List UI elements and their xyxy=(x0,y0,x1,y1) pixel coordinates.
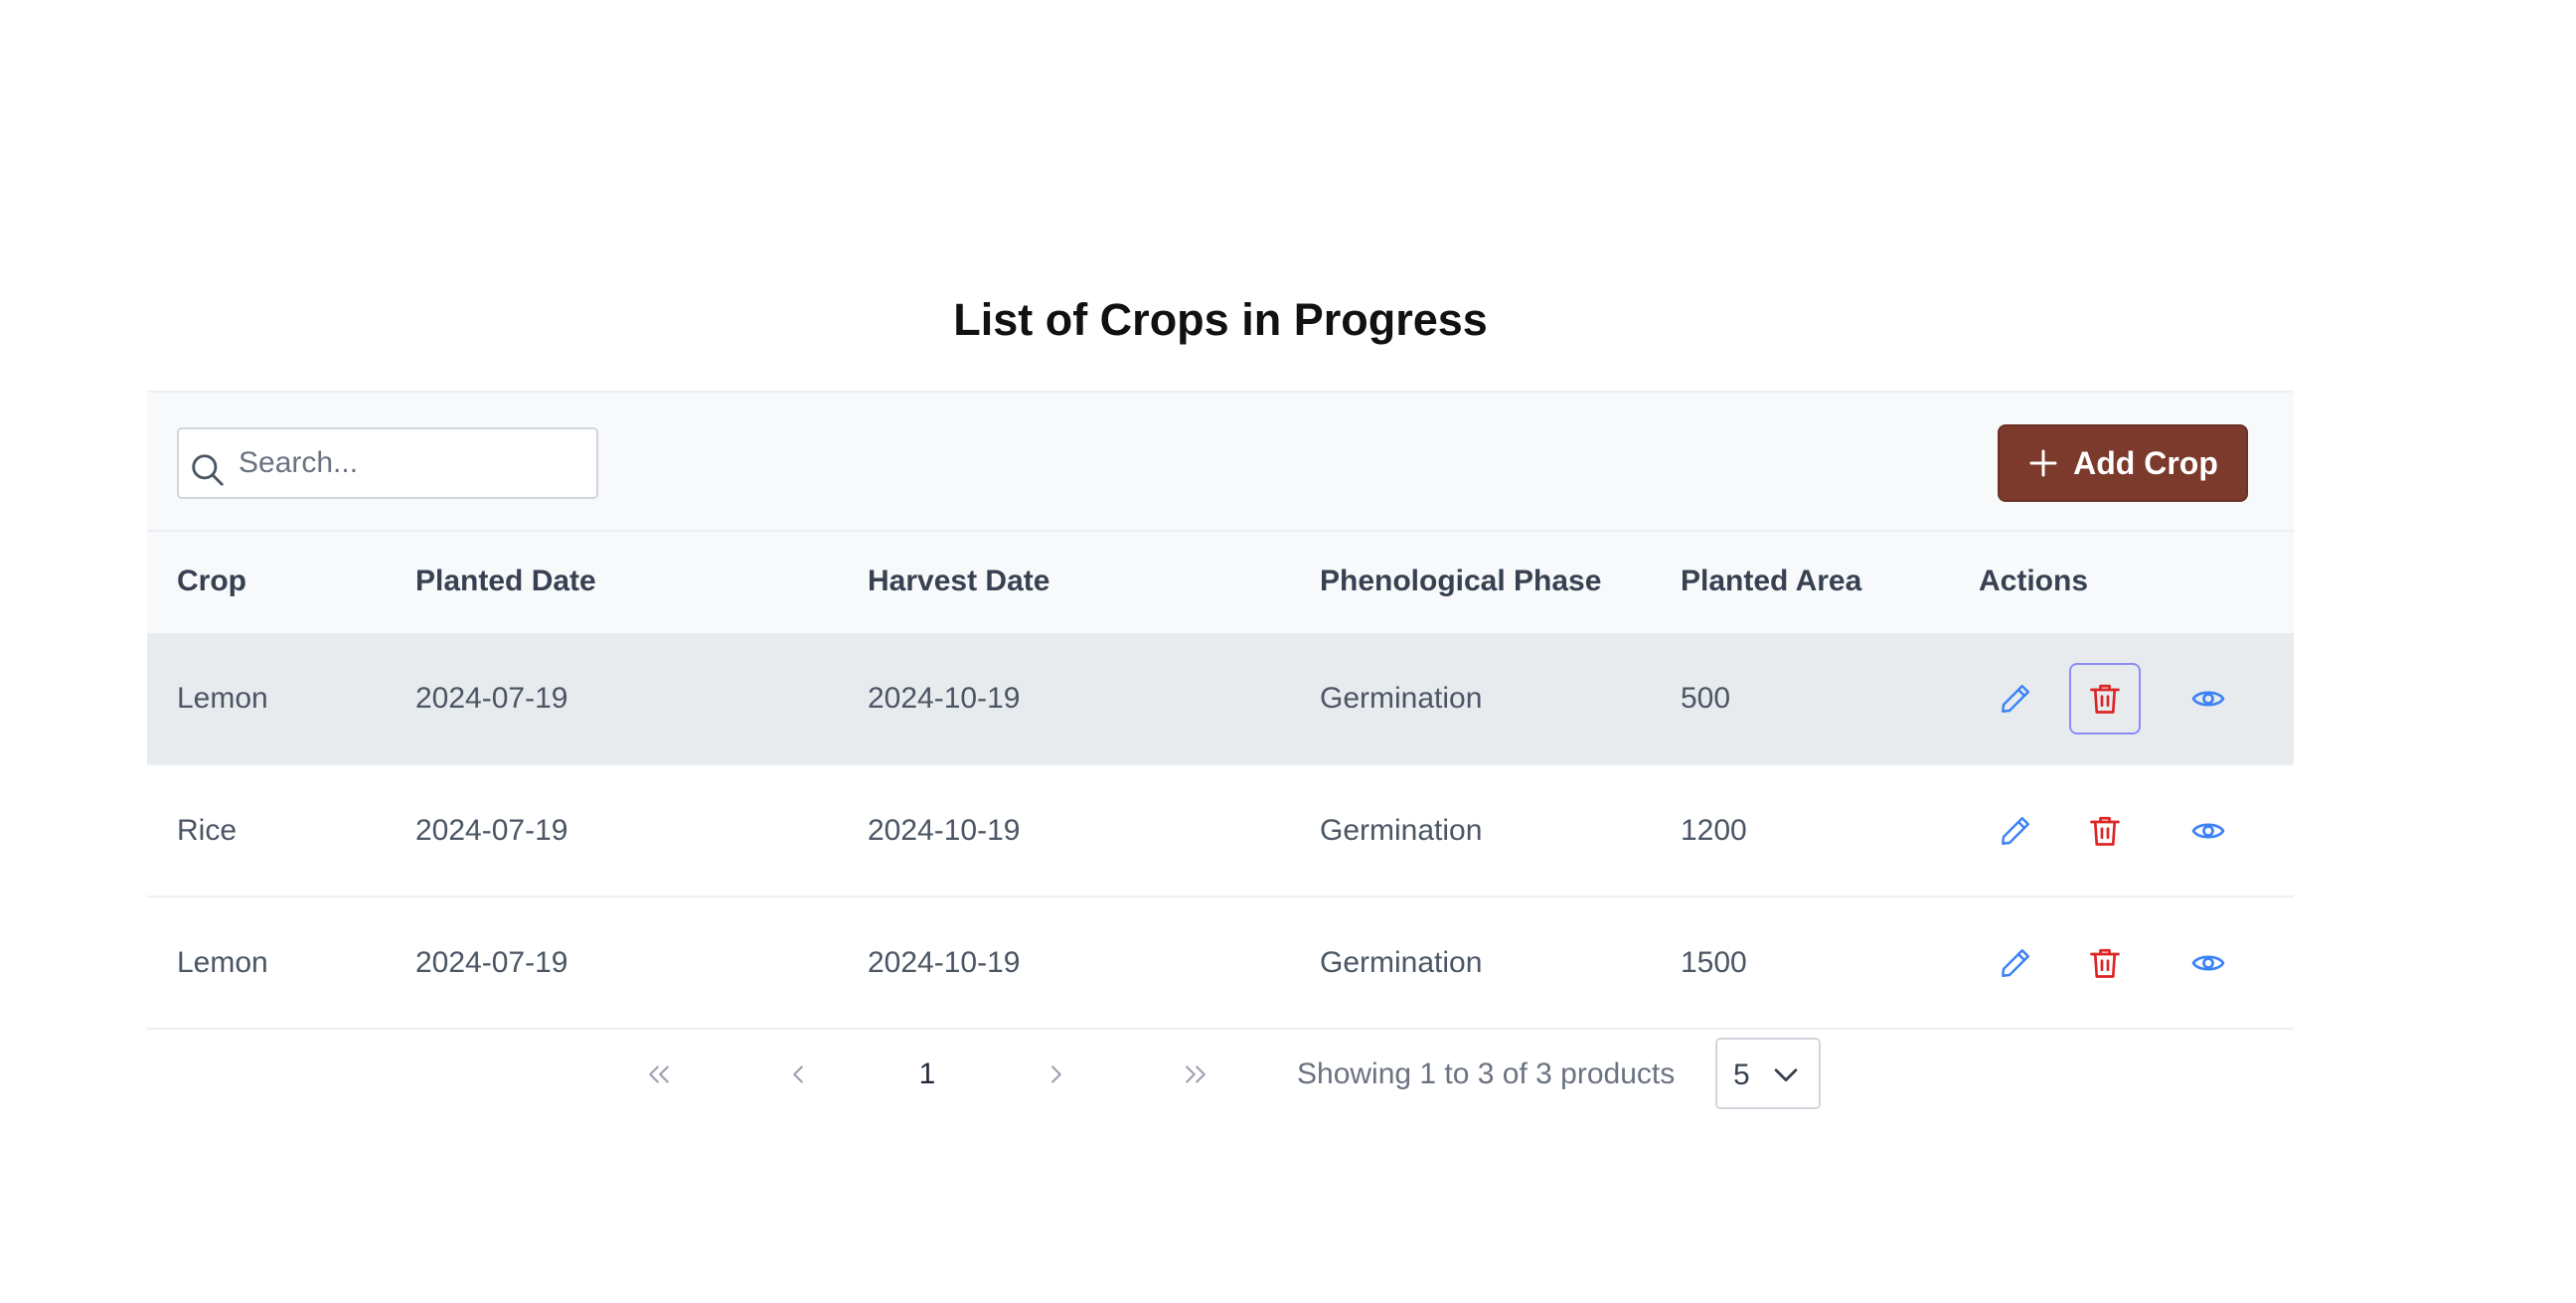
delete-button[interactable] xyxy=(2069,927,2141,999)
table-toolbar: Add Crop xyxy=(147,391,2294,530)
trash-icon xyxy=(2090,948,2120,978)
cell-harvest-date: 2024-10-19 xyxy=(868,814,1021,847)
table-row[interactable]: Lemon 2024-07-19 2024-10-19 Germination … xyxy=(147,897,2294,1030)
view-button[interactable] xyxy=(2173,663,2244,734)
cell-planted-area: 1500 xyxy=(1681,946,1747,979)
cell-phenological-phase: Germination xyxy=(1320,946,1483,979)
edit-button[interactable] xyxy=(1980,795,2051,867)
plus-icon xyxy=(2029,449,2057,477)
table-header: Crop Planted Date Harvest Date Phenologi… xyxy=(147,530,2294,633)
pagination-summary: Showing 1 to 3 of 3 products xyxy=(1297,1058,1676,1090)
pagination: 1 Showing 1 to 3 of 3 products 5 xyxy=(147,1035,2294,1114)
cell-phenological-phase: Germination xyxy=(1320,814,1483,847)
cell-phenological-phase: Germination xyxy=(1320,682,1483,715)
column-header-planted-date[interactable]: Planted Date xyxy=(415,562,596,601)
delete-button[interactable] xyxy=(2069,663,2141,734)
chevron-down-icon xyxy=(1774,1068,1798,1082)
column-header-phenological-phase[interactable]: Phenological Phase xyxy=(1320,562,1601,601)
trash-icon xyxy=(2090,816,2120,846)
trash-icon xyxy=(2090,684,2120,714)
pencil-icon xyxy=(2002,685,2029,713)
column-header-harvest-date[interactable]: Harvest Date xyxy=(868,562,1049,601)
eye-icon xyxy=(2191,691,2225,707)
table-row[interactable]: Rice 2024-07-19 2024-10-19 Germination 1… xyxy=(147,765,2294,897)
edit-button[interactable] xyxy=(1980,663,2051,734)
next-page-button[interactable] xyxy=(1027,1045,1086,1104)
column-header-planted-area[interactable]: Planted Area xyxy=(1681,562,1861,601)
column-header-actions: Actions xyxy=(1979,565,2089,597)
last-page-button[interactable] xyxy=(1166,1045,1225,1104)
column-header-crop[interactable]: Crop xyxy=(177,562,246,601)
search-icon xyxy=(192,454,224,486)
previous-page-button[interactable] xyxy=(768,1045,828,1104)
cell-crop: Lemon xyxy=(177,682,268,715)
double-chevron-left-icon xyxy=(649,1065,669,1083)
add-crop-label: Add Crop xyxy=(2073,444,2218,481)
chevron-right-icon xyxy=(1051,1065,1061,1083)
eye-icon xyxy=(2191,955,2225,971)
add-crop-button[interactable]: Add Crop xyxy=(1998,424,2248,502)
table-row[interactable]: Lemon 2024-07-19 2024-10-19 Germination … xyxy=(147,633,2294,765)
chevron-left-icon xyxy=(793,1065,803,1083)
cell-planted-date: 2024-07-19 xyxy=(415,946,568,979)
search-input[interactable] xyxy=(239,439,576,487)
page-title: List of Crops in Progress xyxy=(953,294,1488,345)
cell-planted-date: 2024-07-19 xyxy=(415,814,568,847)
eye-icon xyxy=(2191,823,2225,839)
cell-crop: Rice xyxy=(177,814,238,847)
cell-planted-area: 500 xyxy=(1681,682,1731,715)
view-button[interactable] xyxy=(2173,795,2244,867)
double-chevron-right-icon xyxy=(1186,1065,1206,1083)
search-field[interactable] xyxy=(177,427,598,499)
delete-button[interactable] xyxy=(2069,795,2141,867)
rows-per-page-select[interactable]: 5 xyxy=(1715,1038,1821,1109)
pencil-icon xyxy=(2002,949,2029,977)
cell-crop: Lemon xyxy=(177,946,268,979)
edit-button[interactable] xyxy=(1980,927,2051,999)
first-page-button[interactable] xyxy=(629,1045,689,1104)
view-button[interactable] xyxy=(2173,927,2244,999)
rows-per-page-value: 5 xyxy=(1733,1059,1750,1091)
cell-planted-date: 2024-07-19 xyxy=(415,682,568,715)
crops-table-panel: Add Crop Crop Planted Date Harvest Date … xyxy=(147,391,2294,1109)
page-number-button[interactable]: 1 xyxy=(897,1045,957,1104)
cell-planted-area: 1200 xyxy=(1681,814,1747,847)
cell-harvest-date: 2024-10-19 xyxy=(868,946,1021,979)
pencil-icon xyxy=(2002,817,2029,845)
cell-harvest-date: 2024-10-19 xyxy=(868,682,1021,715)
